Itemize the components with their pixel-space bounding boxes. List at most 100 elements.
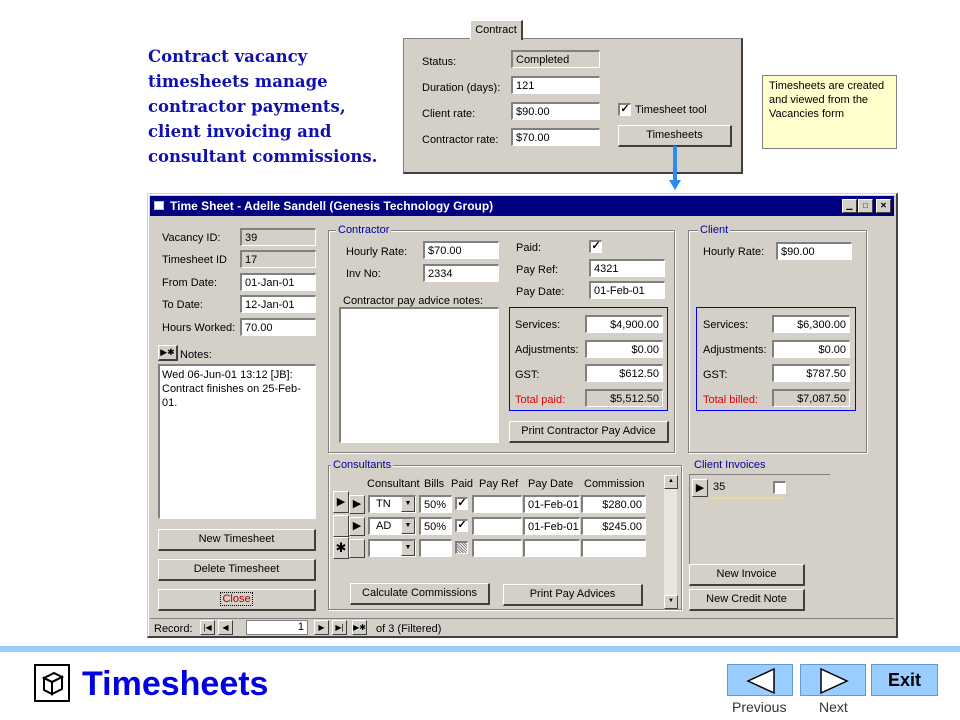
timesheet-tool-checkbox[interactable]: ✓	[618, 103, 631, 116]
paid-checkbox-2[interactable]: ✓	[455, 519, 468, 532]
row-pointer-icon[interactable]: ▶	[349, 517, 365, 536]
row-pointer-icon[interactable]	[333, 515, 349, 537]
print-contractor-pay-advice-button[interactable]: Print Contractor Pay Advice	[509, 421, 669, 443]
pointer-arrow	[673, 146, 677, 182]
next-arrow-icon	[820, 667, 849, 695]
consultant-combo-new[interactable]: ▼	[368, 539, 416, 557]
scroll-up-button[interactable]: ▲	[664, 475, 678, 489]
delete-timesheet-button[interactable]: Delete Timesheet	[158, 559, 316, 581]
row-pointer-icon[interactable]: ▶	[349, 495, 365, 514]
contractor-paid-label: Paid:	[516, 242, 542, 254]
timesheet-id-field[interactable]: 17	[240, 250, 316, 268]
client-rate-field[interactable]: $90.00	[511, 102, 600, 120]
contractor-hourly-label: Hourly Rate:	[346, 246, 408, 258]
commission-field-new[interactable]	[581, 539, 646, 557]
minimize-button[interactable]: ▁	[842, 199, 857, 213]
notes-textarea[interactable]: Wed 06-Jun-01 13:12 [JB]: Contract finis…	[158, 364, 316, 519]
bills-field-new[interactable]	[419, 539, 452, 557]
close-button-label: Close	[220, 592, 253, 606]
commission-field-2[interactable]: $245.00	[581, 517, 646, 535]
contractor-paydate-field[interactable]: 01-Feb-01	[589, 281, 665, 299]
contractor-paid-checkbox[interactable]: ✓	[589, 240, 602, 253]
new-record-button[interactable]: ▶✱	[352, 620, 367, 635]
new-invoice-button[interactable]: New Invoice	[689, 564, 805, 586]
close-window-button[interactable]: ✕	[876, 199, 891, 213]
window-titlebar[interactable]: Time Sheet - Adelle Sandell (Genesis Tec…	[150, 196, 894, 216]
chevron-down-icon[interactable]: ▼	[401, 541, 415, 556]
contractor-rate-field[interactable]: $70.00	[511, 128, 600, 146]
invoice-row-selector-icon[interactable]: ▶	[692, 479, 708, 497]
to-date-field[interactable]: 12-Jan-01	[240, 295, 316, 313]
paydate-field-2[interactable]: 01-Feb-01	[523, 517, 580, 535]
timesheets-button[interactable]: Timesheets	[618, 125, 732, 147]
client-services-label: Services:	[703, 319, 749, 331]
paid-checkbox-1[interactable]: ✓	[455, 497, 468, 510]
contractor-inv-field[interactable]: 2334	[423, 264, 499, 282]
new-record-icon[interactable]: ✱	[333, 537, 349, 559]
bills-field-2[interactable]: 50%	[419, 517, 452, 535]
contract-tab[interactable]: Contract	[470, 20, 523, 40]
calculate-commissions-button[interactable]: Calculate Commissions	[350, 583, 490, 605]
vacancy-id-field[interactable]: 39	[240, 228, 316, 246]
col-paid: Paid	[451, 478, 474, 490]
payref-field-2[interactable]	[472, 517, 522, 535]
contractor-notes-textarea[interactable]	[339, 307, 499, 443]
payref-field-1[interactable]	[472, 495, 522, 513]
consultant-combo-2[interactable]: AD ▼	[368, 517, 416, 535]
contractor-adjustments-field[interactable]: $0.00	[585, 340, 663, 358]
contractor-total-field[interactable]: $5,512.50	[585, 389, 663, 407]
bills-field-1[interactable]: 50%	[419, 495, 452, 513]
contractor-payref-field[interactable]: 4321	[589, 259, 665, 277]
hours-field[interactable]: 70.00	[240, 318, 316, 336]
contractor-inv-label: Inv No:	[346, 268, 381, 280]
paydate-field-new[interactable]	[523, 539, 580, 557]
client-invoices-list: ▶ 35	[689, 474, 830, 571]
maximize-button[interactable]: □	[858, 199, 873, 213]
row-selector-icon[interactable]: ▶	[333, 491, 349, 513]
contractor-notes-label: Contractor pay advice notes:	[343, 295, 484, 307]
next-record-button[interactable]: ▶	[314, 620, 329, 635]
record-number-field[interactable]: 1	[246, 620, 308, 635]
chevron-down-icon[interactable]: ▼	[401, 497, 415, 512]
commission-field-1[interactable]: $280.00	[581, 495, 646, 513]
insert-timestamp-button[interactable]: ▶✱	[158, 345, 178, 361]
print-pay-advices-button[interactable]: Print Pay Advices	[503, 584, 643, 606]
last-record-button[interactable]: ▶|	[332, 620, 347, 635]
invoice-number[interactable]: 35	[710, 479, 770, 495]
payref-field-new[interactable]	[472, 539, 522, 557]
paid-checkbox-new[interactable]	[455, 541, 468, 554]
status-label: Status:	[422, 56, 457, 68]
status-field[interactable]: Completed	[511, 50, 600, 68]
new-timesheet-button[interactable]: New Timesheet	[158, 529, 316, 551]
contractor-gst-field[interactable]: $612.50	[585, 364, 663, 382]
contractor-adjustments-label: Adjustments:	[515, 344, 579, 356]
chevron-down-icon[interactable]: ▼	[401, 519, 415, 534]
contractor-services-field[interactable]: $4,900.00	[585, 315, 663, 333]
next-button[interactable]	[800, 664, 866, 696]
scroll-down-button[interactable]: ▼	[664, 595, 678, 609]
duration-field[interactable]: 121	[511, 76, 600, 94]
previous-record-button[interactable]: ◀	[218, 620, 233, 635]
consultant-combo-1[interactable]: TN ▼	[368, 495, 416, 513]
new-credit-note-button[interactable]: New Credit Note	[689, 589, 805, 611]
client-services-field[interactable]: $6,300.00	[772, 315, 850, 333]
contractor-hourly-field[interactable]: $70.00	[423, 241, 499, 259]
close-button[interactable]: Close	[158, 589, 316, 611]
client-hourly-field[interactable]: $90.00	[776, 242, 852, 260]
new-row-selector[interactable]	[349, 539, 365, 558]
client-total-field[interactable]: $7,087.50	[772, 389, 850, 407]
first-record-button[interactable]: |◀	[200, 620, 215, 635]
from-date-field[interactable]: 01-Jan-01	[240, 273, 316, 291]
timesheet-window: Time Sheet - Adelle Sandell (Genesis Tec…	[147, 193, 898, 638]
client-total-label: Total billed:	[703, 394, 759, 406]
previous-button[interactable]	[727, 664, 793, 696]
client-adjustments-field[interactable]: $0.00	[772, 340, 850, 358]
col-paydate: Pay Date	[528, 478, 574, 490]
paydate-field-1[interactable]: 01-Feb-01	[523, 495, 580, 513]
invoice-checkbox[interactable]	[773, 481, 786, 494]
consultants-scrollbar[interactable]: ▲ ▼	[663, 475, 678, 609]
contractor-payref-label: Pay Ref:	[516, 264, 559, 276]
pointer-arrowhead	[669, 180, 681, 190]
client-gst-field[interactable]: $787.50	[772, 364, 850, 382]
exit-button[interactable]: Exit	[871, 664, 938, 696]
